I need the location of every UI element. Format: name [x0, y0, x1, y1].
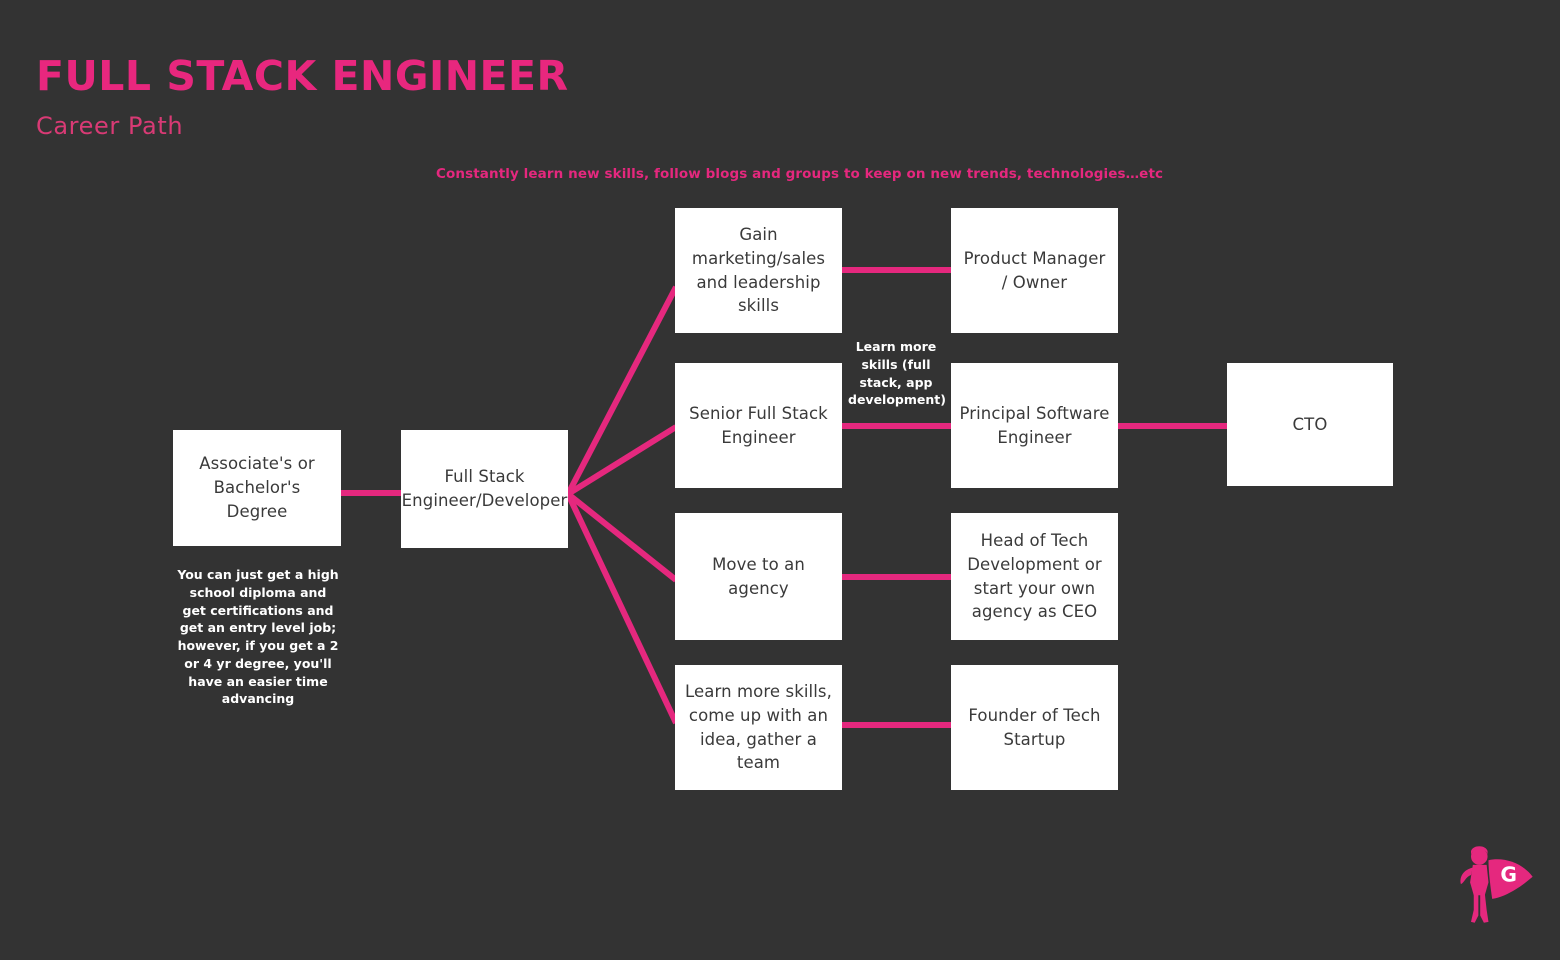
top-banner-note: Constantly learn new skills, follow blog… — [436, 166, 1164, 182]
edge-fullstack-to-agency — [566, 491, 678, 583]
svg-text:G: G — [1500, 862, 1517, 886]
node-full-stack-engineer-label: Full Stack Engineer/Developer — [401, 467, 568, 510]
degree-note: You can just get a high school diploma a… — [177, 567, 339, 707]
node-senior-full-stack-engineer[interactable]: Senior Full Stack Engineer — [675, 363, 842, 488]
node-senior-full-stack-engineer-label: Senior Full Stack Engineer — [689, 403, 828, 447]
node-principal-software-engineer[interactable]: Principal Software Engineer — [951, 363, 1118, 488]
node-move-to-agency[interactable]: Move to an agency — [675, 513, 842, 640]
node-cto-label: CTO — [1292, 414, 1328, 434]
node-move-to-agency-label: Move to an agency — [712, 554, 805, 598]
node-founder-of-tech-startup[interactable]: Founder of Tech Startup — [951, 665, 1118, 790]
node-full-stack-engineer[interactable]: Full Stack Engineer/Developer — [401, 430, 568, 548]
node-head-of-tech-development[interactable]: Head of Tech Development or start your o… — [951, 513, 1118, 640]
edge-fullstack-to-learnskills — [565, 492, 679, 725]
node-product-manager-owner[interactable]: Product Manager / Owner — [951, 208, 1118, 333]
edge-fullstack-to-gain-marketing — [565, 285, 679, 496]
node-learn-skills-gather-team[interactable]: Learn more skills, come up with an idea,… — [675, 665, 842, 790]
node-founder-of-tech-startup-label: Founder of Tech Startup — [968, 705, 1101, 749]
superhero-logo-icon: G — [1460, 846, 1533, 923]
node-gain-marketing-skills[interactable]: Gain marketing/sales and leadership skil… — [675, 208, 842, 333]
node-degree-label: Associate's or Bachelor's Degree — [199, 454, 315, 521]
node-head-of-tech-development-label: Head of Tech Development or start your o… — [967, 530, 1102, 622]
edge-fullstack-to-senior — [566, 424, 678, 497]
page-subtitle: Career Path — [36, 112, 184, 140]
node-learn-skills-gather-team-label: Learn more skills, come up with an idea,… — [685, 681, 832, 773]
node-product-manager-owner-label: Product Manager / Owner — [963, 248, 1106, 292]
node-cto[interactable]: CTO — [1227, 363, 1393, 486]
diagram-canvas: FULL STACK ENGINEER Career Path Constant… — [0, 0, 1560, 960]
learn-more-skills-note: Learn more skills (full stack, app devel… — [848, 339, 946, 408]
node-gain-marketing-skills-label: Gain marketing/sales and leadership skil… — [691, 224, 826, 316]
node-principal-software-engineer-label: Principal Software Engineer — [959, 403, 1110, 447]
node-degree[interactable]: Associate's or Bachelor's Degree — [173, 430, 341, 546]
page-title: FULL STACK ENGINEER — [36, 52, 569, 100]
